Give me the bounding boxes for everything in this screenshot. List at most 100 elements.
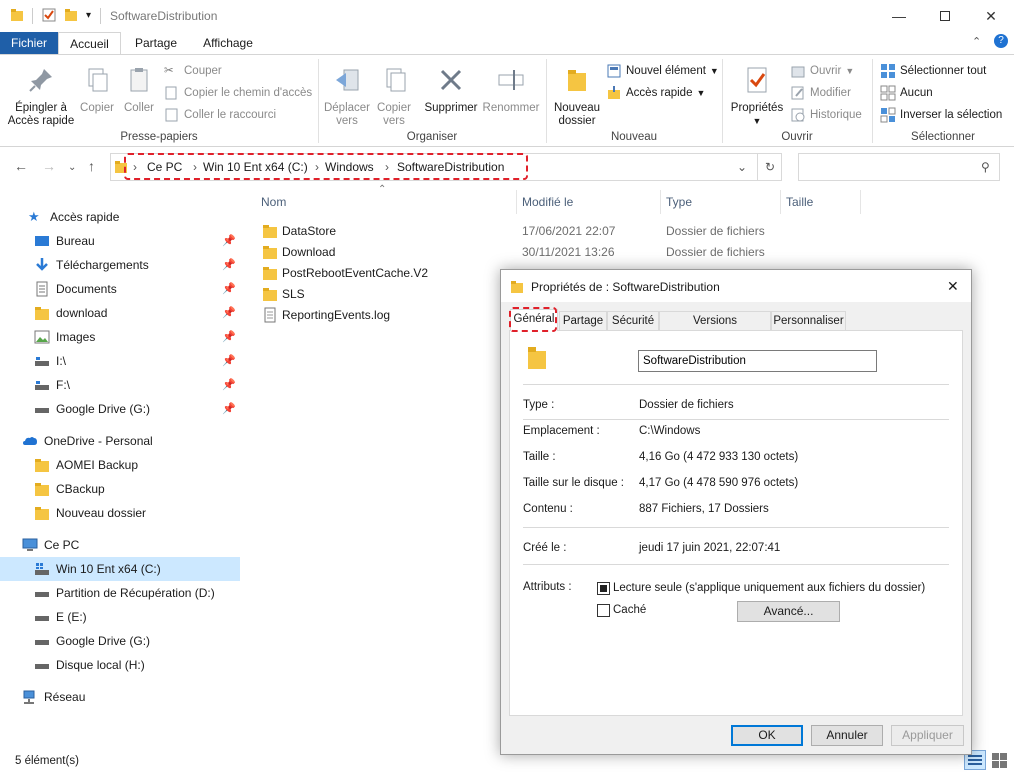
qat-dropdown-icon[interactable]: ▾: [86, 10, 91, 21]
cancel-button[interactable]: Annuler: [811, 725, 883, 746]
sidebar-item-google-drive-quick[interactable]: Google Drive (G:) 📌: [0, 397, 240, 421]
sidebar-item-drive-f[interactable]: F:\ 📌: [0, 373, 240, 397]
dialog-tab-versions[interactable]: Versions précédentes: [659, 311, 771, 345]
open-button[interactable]: Ouvrir ▼: [790, 63, 854, 79]
pin-quick-access-button[interactable]: Épingler à Accès rapide: [6, 65, 76, 128]
new-item-button[interactable]: Nouvel élément ▼: [606, 63, 719, 79]
copy-button[interactable]: Copier: [76, 65, 118, 115]
move-to-button[interactable]: Déplacer vers: [322, 65, 372, 128]
help-icon[interactable]: ?: [994, 34, 1008, 48]
table-row[interactable]: SLS: [262, 283, 305, 304]
dialog-close-icon[interactable]: ✕: [947, 278, 959, 295]
pin-label-1: Épingler à: [15, 102, 67, 114]
back-arrow-icon[interactable]: ←: [14, 158, 28, 174]
drive-icon: [35, 616, 49, 621]
tab-accueil[interactable]: Accueil: [58, 32, 121, 55]
history-button[interactable]: Historique: [790, 107, 862, 123]
sidebar-item-ce-pc[interactable]: Ce PC: [0, 533, 240, 557]
delete-button[interactable]: Supprimer: [422, 65, 480, 115]
large-icons-view-icon[interactable]: [990, 752, 1008, 768]
pin-icon[interactable]: 📌: [222, 330, 236, 343]
file-date: 30/11/2021 13:26: [522, 245, 615, 259]
close-icon[interactable]: ✕: [968, 0, 1014, 32]
properties-button[interactable]: Propriétés ▼: [728, 65, 786, 128]
sidebar-item-drive-i[interactable]: I:\ 📌: [0, 349, 240, 373]
dialog-tab-securite[interactable]: Sécurité: [607, 311, 659, 331]
advanced-button[interactable]: Avancé...: [737, 601, 840, 622]
sidebar-item-acces-rapide[interactable]: ★ Accès rapide: [0, 205, 240, 229]
folder-icon: [511, 281, 523, 293]
sidebar-item-label: Google Drive (G:): [56, 402, 151, 416]
column-header-modified[interactable]: Modifié le: [522, 195, 573, 209]
sidebar-item-telechargements[interactable]: Téléchargements 📌: [0, 253, 240, 277]
dialog-tab-partage[interactable]: Partage: [559, 311, 607, 331]
hidden-checkbox[interactable]: [597, 604, 610, 617]
column-header-size[interactable]: Taille: [786, 195, 813, 209]
sidebar-item-reseau[interactable]: Réseau: [0, 685, 240, 709]
ok-button[interactable]: OK: [731, 725, 803, 746]
sidebar-item-download[interactable]: download 📌: [0, 301, 240, 325]
sidebar-item-drive-c[interactable]: Win 10 Ent x64 (C:): [0, 557, 240, 581]
table-row[interactable]: Download: [262, 241, 335, 262]
apply-button[interactable]: Appliquer: [891, 725, 964, 746]
pin-icon[interactable]: 📌: [222, 282, 236, 295]
minimize-icon[interactable]: —: [876, 0, 922, 32]
easy-access-button[interactable]: Accès rapide ▼: [606, 85, 705, 101]
select-none-button[interactable]: Aucun: [880, 85, 933, 101]
sidebar-item-cbackup[interactable]: CBackup: [0, 477, 240, 501]
up-arrow-icon[interactable]: ↑: [88, 158, 95, 174]
sidebar-item-documents[interactable]: Documents 📌: [0, 277, 240, 301]
window-title: SoftwareDistribution: [110, 9, 218, 23]
pin-icon[interactable]: 📌: [222, 306, 236, 319]
address-dropdown-icon[interactable]: ⌄: [737, 160, 747, 174]
paste-shortcut-button[interactable]: Coller le raccourci: [164, 107, 276, 123]
sidebar-item-google-drive[interactable]: Google Drive (G:): [0, 629, 240, 653]
tab-fichier[interactable]: Fichier: [0, 32, 58, 55]
dialog-tab-personnaliser[interactable]: Personnaliser: [771, 311, 846, 331]
folder-name-input[interactable]: [638, 350, 877, 372]
sidebar-item-drive-e[interactable]: E (E:): [0, 605, 240, 629]
table-row[interactable]: DataStore: [262, 220, 336, 241]
pin-icon[interactable]: 📌: [222, 234, 236, 247]
copy-path-button[interactable]: Copier le chemin d'accès: [164, 85, 312, 101]
sidebar-item-drive-d[interactable]: Partition de Récupération (D:): [0, 581, 240, 605]
open-icon: [791, 66, 805, 78]
sidebar-item-drive-h[interactable]: Disque local (H:): [0, 653, 240, 677]
type-label: Type :: [523, 399, 555, 411]
recent-chevron-icon[interactable]: ⌄: [68, 162, 76, 173]
table-row[interactable]: ReportingEvents.log: [262, 304, 390, 325]
search-input[interactable]: ⚲: [798, 153, 1000, 181]
sidebar-item-images[interactable]: Images 📌: [0, 325, 240, 349]
tab-partage[interactable]: Partage: [127, 32, 185, 55]
readonly-checkbox[interactable]: [597, 582, 610, 595]
invert-selection-button[interactable]: Inverser la sélection: [880, 107, 1002, 123]
table-row[interactable]: PostRebootEventCache.V2: [262, 262, 428, 283]
paste-button[interactable]: Coller: [118, 65, 160, 115]
sidebar-item-onedrive[interactable]: OneDrive - Personal: [0, 429, 240, 453]
pin-icon[interactable]: 📌: [222, 258, 236, 271]
column-header-type[interactable]: Type: [666, 195, 692, 209]
column-header-name[interactable]: Nom: [261, 195, 286, 209]
copy-to-label-1: Copier: [377, 102, 411, 114]
rename-button[interactable]: Renommer: [482, 65, 540, 115]
maximize-icon[interactable]: [922, 0, 968, 32]
edit-button[interactable]: Modifier: [790, 85, 851, 101]
cut-button[interactable]: ✂ Couper: [164, 63, 222, 79]
refresh-icon[interactable]: ↻: [765, 160, 775, 174]
tab-affichage[interactable]: Affichage: [193, 32, 263, 55]
rename-label: Renommer: [482, 102, 540, 114]
pin-icon[interactable]: 📌: [222, 402, 236, 415]
forward-arrow-icon[interactable]: →: [42, 158, 56, 174]
file-name: Download: [282, 244, 336, 259]
pin-icon[interactable]: 📌: [222, 354, 236, 367]
sidebar-item-bureau[interactable]: Bureau 📌: [0, 229, 240, 253]
copy-to-button[interactable]: Copier vers: [372, 65, 416, 128]
sidebar-item-aomei-backup[interactable]: AOMEI Backup: [0, 453, 240, 477]
collapse-ribbon-icon[interactable]: ⌃: [972, 35, 981, 48]
new-folder-icon[interactable]: [64, 8, 78, 22]
select-all-button[interactable]: Sélectionner tout: [880, 63, 986, 79]
new-folder-button[interactable]: Nouveau dossier: [550, 65, 604, 128]
properties-check-icon[interactable]: [42, 8, 56, 22]
sidebar-item-nouveau-dossier[interactable]: Nouveau dossier: [0, 501, 240, 525]
pin-icon[interactable]: 📌: [222, 378, 236, 391]
